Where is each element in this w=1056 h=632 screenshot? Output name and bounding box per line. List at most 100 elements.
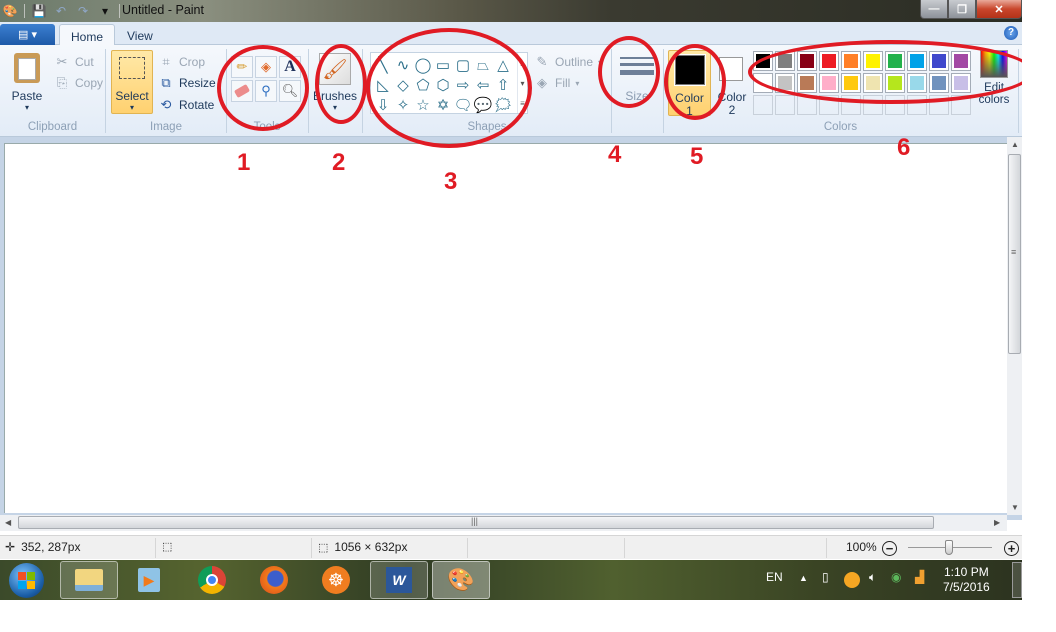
taskbar-word[interactable]: W xyxy=(370,561,428,599)
group-label-colors: Colors xyxy=(823,121,858,133)
annotation-ring-tools xyxy=(217,45,309,131)
horizontal-scroll-thumb[interactable]: ||| xyxy=(18,516,934,529)
quick-access-toolbar: 🎨 💾 ↶ ↷ ▾ xyxy=(2,2,120,20)
paste-label: Paste xyxy=(11,89,43,103)
separator xyxy=(311,538,312,558)
separator xyxy=(119,4,120,18)
tab-home[interactable]: Home xyxy=(59,24,116,46)
crop-button[interactable]: ⌗ Crop xyxy=(158,52,205,72)
copy-icon: ⎘ xyxy=(56,75,68,90)
custom-color-slot[interactable] xyxy=(775,95,795,115)
restore-button[interactable]: ❐ xyxy=(948,0,976,19)
help-icon[interactable]: ? xyxy=(1004,26,1018,40)
ship-wheel-icon: ☸ xyxy=(322,566,350,594)
system-clock[interactable]: 1:10 PM 7/5/2016 xyxy=(943,565,990,595)
rotate-button[interactable]: ⟲ Rotate xyxy=(158,95,215,115)
zoom-out-button[interactable]: − xyxy=(882,541,897,556)
cursor-position: ✛ 352, 287px xyxy=(5,540,80,554)
battery-icon[interactable]: ▯ xyxy=(822,570,829,584)
volume-icon[interactable]: 🔈︎ xyxy=(869,570,876,585)
crop-icon: ⌗ xyxy=(162,54,170,69)
annotation-label-1: 1 xyxy=(237,149,251,176)
separator xyxy=(624,538,625,558)
firefox-icon xyxy=(260,566,288,594)
selection-size: ⬚ xyxy=(162,540,178,553)
annotation-label-5: 5 xyxy=(690,143,704,170)
vertical-scroll-thumb[interactable]: ≡ xyxy=(1008,154,1021,354)
outline-button[interactable]: ✎ Outline ▾ xyxy=(534,52,603,72)
cut-button[interactable]: ✂ Cut xyxy=(54,52,94,72)
annotation-ring-shapes xyxy=(366,28,532,148)
clipboard-icon xyxy=(14,53,40,83)
annotation-ring-color1 xyxy=(664,44,726,120)
scroll-down-arrow[interactable]: ▼ xyxy=(1011,503,1019,512)
chevron-down-icon: ▾ xyxy=(129,103,134,112)
fill-button[interactable]: ◈ Fill ▾ xyxy=(534,73,579,93)
status-bar: ✛ 352, 287px ⬚ ⬚ 1056 × 632px 100% − + xyxy=(0,535,1022,559)
taskbar-firefox[interactable] xyxy=(245,561,303,599)
annotation-label-4: 4 xyxy=(608,141,622,168)
resize-button[interactable]: ⧉ Resize xyxy=(158,73,216,93)
zoom-level: 100% xyxy=(846,540,877,554)
show-desktop-button[interactable] xyxy=(1012,562,1022,598)
tray-app-icon[interactable] xyxy=(844,572,860,588)
taskbar-paint[interactable]: 🎨 xyxy=(432,561,490,599)
taskbar: ▶ ☸ W 🎨 EN ▲ ▯ 🔈︎ ◉ ▟ 1:10 PM 7/5/2016 xyxy=(0,560,1022,600)
cut-label: Cut xyxy=(75,55,94,69)
vertical-scrollbar[interactable]: ▲ ≡ ▼ xyxy=(1007,137,1022,515)
canvas-area: ▲ ≡ ▼ ◀ ||| ▶ xyxy=(0,137,1022,531)
custom-color-slot[interactable] xyxy=(753,95,773,115)
move-cursor-icon: ✛ xyxy=(5,540,16,554)
title-bar: 🎨 💾 ↶ ↷ ▾ Untitled - Paint — ❐ ✕ xyxy=(0,0,1022,22)
annotation-ring-size xyxy=(598,36,660,108)
paint-window: 🎨 💾 ↶ ↷ ▾ Untitled - Paint — ❐ ✕ ▤ ▾ Hom… xyxy=(0,0,1022,600)
download-manager-icon[interactable]: ◉ xyxy=(891,570,901,584)
taskbar-chrome[interactable] xyxy=(183,561,241,599)
zoom-in-button[interactable]: + xyxy=(1004,541,1019,556)
folder-icon xyxy=(75,569,103,591)
resize-label: Resize xyxy=(179,76,216,90)
taskbar-helm-app[interactable]: ☸ xyxy=(307,561,365,599)
taskbar-windows-explorer[interactable] xyxy=(60,561,118,599)
resize-icon: ⧉ xyxy=(161,75,171,90)
cursor-position-text: 352, 287px xyxy=(21,540,81,554)
group-label-image: Image xyxy=(150,121,182,133)
annotation-ring-brushes xyxy=(315,44,367,124)
copy-button[interactable]: ⎘ Copy xyxy=(54,73,103,93)
annotation-label-6: 6 xyxy=(897,134,911,161)
rotate-icon: ⟲ xyxy=(160,97,172,112)
network-icon[interactable]: ▟ xyxy=(915,570,924,584)
image-size-text: 1056 × 632px xyxy=(334,540,408,554)
redo-icon[interactable]: ↷ xyxy=(75,3,91,19)
paste-button[interactable]: Paste ▾ xyxy=(10,53,44,112)
taskbar-media-player[interactable]: ▶ xyxy=(120,561,178,599)
selection-rect-icon xyxy=(119,57,145,79)
scroll-up-arrow[interactable]: ▲ xyxy=(1011,140,1019,149)
outline-label: Outline xyxy=(555,55,594,69)
annotation-label-2: 2 xyxy=(332,149,346,176)
separator xyxy=(467,538,468,558)
select-button[interactable]: Select ▾ xyxy=(111,50,153,114)
language-indicator[interactable]: EN xyxy=(766,570,783,584)
scroll-left-arrow[interactable]: ◀ xyxy=(5,518,11,527)
clock-time: 1:10 PM xyxy=(944,565,989,579)
separator xyxy=(155,538,156,558)
scroll-right-arrow[interactable]: ▶ xyxy=(994,518,1000,527)
show-hidden-icons[interactable]: ▲ xyxy=(799,573,808,583)
app-menu-button[interactable]: ▤ ▾ xyxy=(0,24,55,45)
undo-icon[interactable]: ↶ xyxy=(53,3,69,19)
minimize-button[interactable]: — xyxy=(920,0,948,19)
save-icon[interactable]: 💾 xyxy=(31,3,47,19)
paint-app-icon[interactable]: 🎨 xyxy=(2,3,18,19)
outline-pen-icon: ✎ xyxy=(536,54,548,69)
drawing-canvas[interactable] xyxy=(4,143,1007,513)
tab-view[interactable]: View xyxy=(116,24,164,46)
annotation-label-3: 3 xyxy=(444,168,458,195)
start-button[interactable] xyxy=(9,563,44,598)
close-button[interactable]: ✕ xyxy=(976,0,1022,19)
customize-dropdown-icon[interactable]: ▾ xyxy=(97,3,113,19)
rotate-label: Rotate xyxy=(179,98,215,112)
horizontal-scrollbar[interactable]: ◀ ||| ▶ xyxy=(0,515,1007,531)
clock-date: 7/5/2016 xyxy=(943,580,990,594)
zoom-slider-thumb[interactable] xyxy=(945,540,953,555)
